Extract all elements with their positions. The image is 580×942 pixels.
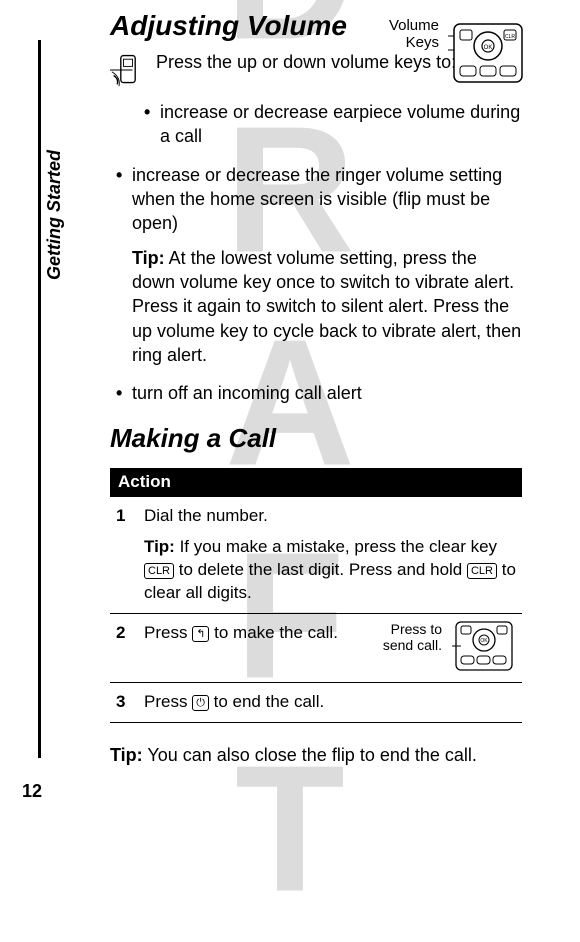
step-text: Dial the number. Tip: If you make a mist… <box>138 497 522 614</box>
volume-label-2: Keys <box>406 34 439 51</box>
clr-key-icon: CLR <box>467 563 497 579</box>
send-key-icon: ↰ <box>192 626 209 642</box>
tip-body: At the lowest volume setting, press the … <box>132 248 521 365</box>
step-number: 3 <box>110 683 138 723</box>
side-label: Getting Started <box>44 150 65 280</box>
keypad-icon: OK <box>452 618 516 674</box>
step-number: 1 <box>110 497 138 614</box>
bullet-item: increase or decrease the ringer volume s… <box>110 163 522 367</box>
volume-keys-figure: Volume Keys OK CLR <box>388 18 528 88</box>
svg-text:CLR: CLR <box>505 34 515 40</box>
bullet-item: turn off an incoming call alert <box>110 381 522 405</box>
bullet-item: increase or decrease earpiece volume dur… <box>138 100 522 149</box>
action-header: Action <box>110 468 522 497</box>
step-number: 2 <box>110 614 138 683</box>
volume-label-1: Volume <box>389 17 439 34</box>
step-text: Press ⏻ to end the call. <box>138 683 522 723</box>
tip-label: Tip: <box>144 537 175 556</box>
svg-text:OK: OK <box>484 45 493 51</box>
keypad-icon: OK CLR <box>448 18 528 88</box>
closing-tip: Tip: You can also close the flip to end … <box>110 743 522 767</box>
end-key-icon: ⏻ <box>192 695 209 711</box>
clr-key-icon: CLR <box>144 563 174 579</box>
send-callout: Press to send call. <box>372 622 442 653</box>
side-tab <box>38 40 66 758</box>
action-table: Action 1 Dial the number. Tip: If you ma… <box>110 468 522 723</box>
step-text: Press ↰ to make the call. Press to send … <box>138 614 522 683</box>
svg-text:OK: OK <box>480 638 488 644</box>
tip-label: Tip: <box>132 248 165 268</box>
heading-making-a-call: Making a Call <box>110 423 522 454</box>
phone-illustration-icon <box>110 52 146 88</box>
